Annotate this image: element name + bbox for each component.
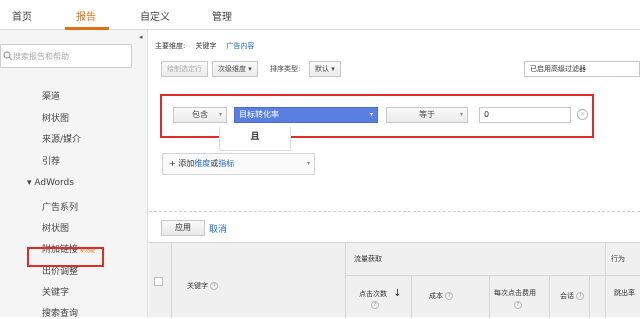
help-icon[interactable]: ? xyxy=(514,301,522,309)
cpc-column-header[interactable]: 每次点击费用 xyxy=(494,288,536,298)
help-icon[interactable]: ? xyxy=(210,282,219,290)
chevron-down-icon: ▾ xyxy=(369,111,373,118)
tab-customization[interactable]: 自定义 xyxy=(140,8,170,23)
cancel-link[interactable]: 取消 xyxy=(209,222,227,235)
sidebar-item-adwords-treemap[interactable]: 树状图 xyxy=(42,221,69,234)
chevron-down-icon: ▾ xyxy=(218,111,222,118)
include-dropdown[interactable]: 包含 ▾ xyxy=(173,107,227,123)
primary-dimension-value: 关键字 xyxy=(195,42,217,50)
keyword-label: 关键字 xyxy=(187,282,208,290)
add-dimension-link[interactable]: 维度 xyxy=(194,159,210,168)
divider xyxy=(589,275,590,318)
operator-dropdown[interactable]: 等于 ▾ xyxy=(386,107,468,123)
search-input[interactable]: 搜索报告和帮助 xyxy=(13,51,69,62)
sidebar-item-channels[interactable]: 渠道 xyxy=(42,89,60,102)
select-all-checkbox[interactable] xyxy=(154,277,163,286)
sidebar-group-adwords[interactable]: ▾ AdWords xyxy=(27,178,74,188)
secondary-dimension-dropdown[interactable]: 次级维度 ▾ xyxy=(212,61,258,77)
metric-dropdown[interactable]: 目标转化率 ▾ xyxy=(234,107,378,123)
behavior-group-header: 行为 xyxy=(611,255,625,263)
sidebar-item-keywords[interactable]: 关键字 xyxy=(42,285,69,298)
sort-type-label: 排序类型: xyxy=(270,65,301,73)
divider xyxy=(489,275,490,318)
help-icon[interactable]: ? xyxy=(371,301,379,309)
clicks-label: 点击次数 xyxy=(359,290,387,298)
divider xyxy=(345,275,640,276)
help-icon[interactable]: ? xyxy=(514,301,522,309)
divider xyxy=(605,243,606,318)
sessions-column-header[interactable]: 会话 ? xyxy=(560,291,585,301)
help-icon[interactable]: ? xyxy=(576,292,585,300)
chevron-down-icon: ▾ xyxy=(306,160,310,167)
highlight-keywords-box xyxy=(27,247,104,267)
apply-button[interactable]: 应用 xyxy=(161,220,205,236)
sidebar-item-campaigns[interactable]: 广告系列 xyxy=(42,200,78,213)
add-prefix: + 添加 xyxy=(169,159,195,168)
filter-value-input[interactable]: 0 xyxy=(479,107,571,123)
help-icon[interactable]: ? xyxy=(371,301,379,309)
search-box[interactable]: 搜索报告和帮助 xyxy=(0,44,132,68)
add-dimension-or-metric[interactable]: + 添加维度或指标 ▾ xyxy=(162,153,315,175)
sidebar-item-search-queries[interactable]: 搜索查询 xyxy=(42,306,78,319)
tab-reports[interactable]: 报告 xyxy=(76,8,96,23)
keyword-column-header[interactable]: 关键字 ? xyxy=(187,281,219,291)
sort-desc-icon: ↓ xyxy=(393,288,402,299)
collapse-sidebar-icon[interactable]: ◂ xyxy=(139,33,143,41)
ad-content-link[interactable]: 广告内容 xyxy=(226,42,254,50)
cost-column-header[interactable]: 成本 ? xyxy=(429,291,454,301)
operator-label: 等于 xyxy=(419,110,435,119)
sidebar-item-source-medium[interactable]: 来源/媒介 xyxy=(42,132,81,145)
add-metric-link[interactable]: 指标 xyxy=(218,159,234,168)
advanced-filter-status[interactable]: 已启用高级过滤器 xyxy=(524,61,640,77)
sort-type-dropdown[interactable]: 默认 ▾ xyxy=(309,61,341,77)
sidebar-item-treemap[interactable]: 树状图 xyxy=(42,111,69,124)
table-header: 流量获取 行为 关键字 ? 点击次数 ↓ ? 成本 ? 每次点击费用 ? 会话 … xyxy=(149,242,640,318)
primary-dimension-label: 主要维度: xyxy=(155,42,186,50)
metric-label: 目标转化率 xyxy=(239,110,279,119)
sidebar: ◂ 搜索报告和帮助 渠道 树状图 来源/媒介 引荐 ▾ AdWords 广告系列… xyxy=(0,30,148,319)
search-icon xyxy=(3,51,13,61)
tab-admin[interactable]: 管理 xyxy=(212,8,232,23)
cpc-label: 每次点击费用 xyxy=(494,289,536,297)
remove-filter-icon[interactable]: × xyxy=(577,109,588,120)
divider xyxy=(411,275,412,318)
tab-home[interactable]: 首页 xyxy=(12,8,32,23)
top-navigation: 首页 报告 自定义 管理 xyxy=(0,0,640,30)
divider xyxy=(549,275,550,318)
chevron-down-icon: ▾ xyxy=(459,111,463,118)
acquisition-group-header: 流量获取 xyxy=(354,255,382,263)
plot-rows-button[interactable]: 绘制选定行 xyxy=(161,61,208,77)
and-tab[interactable]: 且 xyxy=(219,127,291,151)
sessions-label: 会话 xyxy=(560,292,574,300)
bounce-rate-label: 跳出率 xyxy=(614,289,635,297)
cost-label: 成本 xyxy=(429,292,443,300)
bounce-rate-column-header[interactable]: 跳出率 xyxy=(614,288,635,298)
clicks-column-header[interactable]: 点击次数 ↓ xyxy=(359,288,402,299)
sidebar-item-referrals[interactable]: 引荐 xyxy=(42,154,60,167)
main-content: 主要维度: 关键字 广告内容 绘制选定行 次级维度 ▾ 排序类型: 默认 ▾ 已启用… xyxy=(149,30,640,318)
divider xyxy=(149,211,640,212)
primary-dimension-row: 主要维度: 关键字 广告内容 xyxy=(155,41,264,51)
include-label: 包含 xyxy=(192,110,208,119)
help-icon[interactable]: ? xyxy=(445,292,454,300)
divider xyxy=(171,243,172,318)
divider xyxy=(345,243,346,318)
